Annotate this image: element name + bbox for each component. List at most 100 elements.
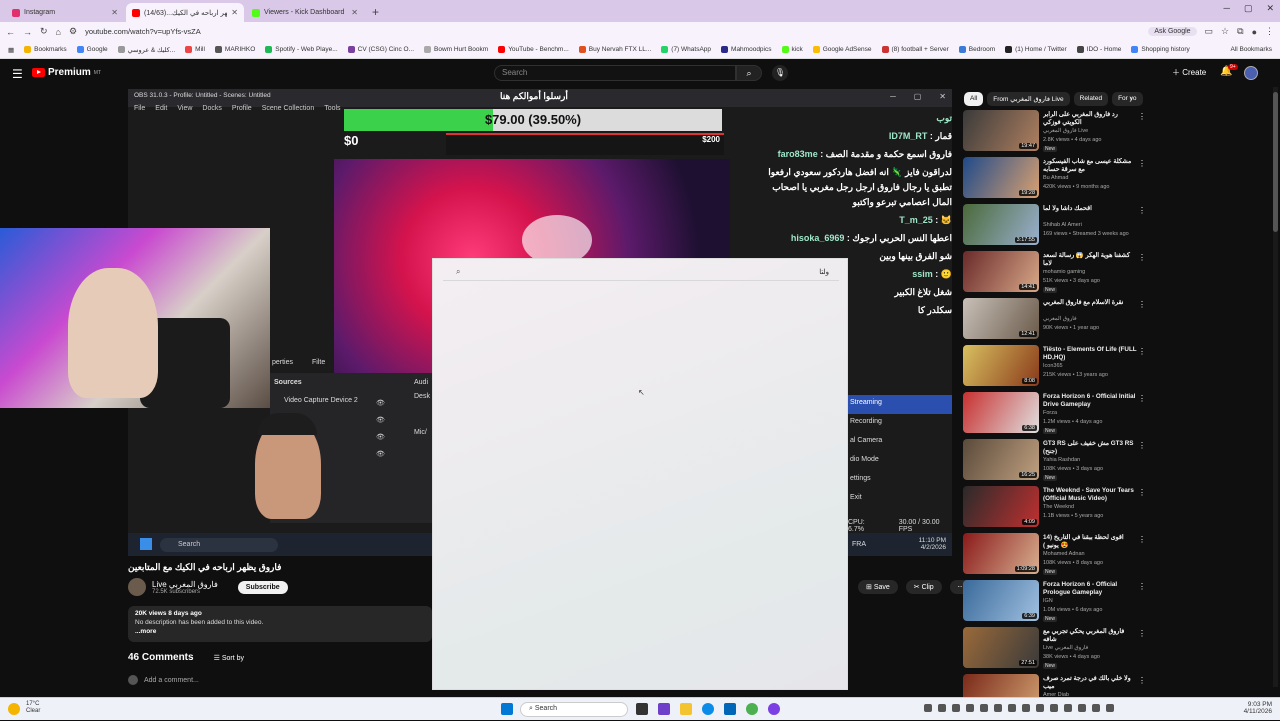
bookmark-item[interactable]: Shopping history: [1131, 45, 1190, 53]
bookmark-item[interactable]: MARIHKO: [214, 45, 255, 53]
show-more-link[interactable]: ...more: [135, 627, 425, 636]
windows-start-icon[interactable]: [501, 703, 513, 715]
channel-avatar[interactable]: [128, 578, 146, 596]
close-window-icon[interactable]: ✕: [1266, 3, 1274, 14]
forward-icon[interactable]: →: [23, 27, 32, 37]
bookmark-item[interactable]: Bedroom: [958, 45, 995, 53]
bookmark-item[interactable]: Google: [76, 45, 108, 53]
recommendation-title[interactable]: The Weeknd - Save Your Tears (Official M…: [1043, 487, 1137, 503]
bookmark-item[interactable]: Bookmarks: [24, 45, 67, 53]
tray-icon[interactable]: [1078, 704, 1086, 712]
recommendation-title[interactable]: اقحمك داشا ولا لما: [1043, 205, 1137, 213]
close-icon[interactable]: ✕: [231, 8, 238, 17]
recommendation-item[interactable]: 16:25 GT3 RS مش خفيف على GT3 RS (جنح) Ya…: [963, 439, 1263, 486]
video-thumbnail[interactable]: 4:09: [963, 486, 1039, 527]
youtube-logo[interactable]: Premium MT: [32, 67, 101, 78]
file-explorer-icon[interactable]: [680, 703, 692, 715]
video-thumbnail[interactable]: 16:25: [963, 439, 1039, 480]
more-options-icon[interactable]: ⋮: [1138, 676, 1146, 685]
edge-icon[interactable]: [702, 703, 714, 715]
more-options-icon[interactable]: ⋮: [1138, 535, 1146, 544]
recommendation-title[interactable]: Tiësto - Elements Of Life (FULL HD,HQ): [1043, 346, 1137, 362]
recommendation-title[interactable]: Forza Horizon 6 - Official Initial Drive…: [1043, 393, 1137, 409]
chip-all[interactable]: All: [964, 92, 984, 106]
all-bookmarks[interactable]: All Bookmarks: [1230, 46, 1272, 53]
recommendation-item[interactable]: 3:17:55 اقحمك داشا ولا لما Shihab Al Ame…: [963, 204, 1263, 251]
tray-icon[interactable]: [980, 704, 988, 712]
tray-icon[interactable]: [952, 704, 960, 712]
video-thumbnail[interactable]: 27:51: [963, 627, 1039, 668]
task-view-icon[interactable]: [636, 703, 648, 715]
hamburger-menu-icon[interactable]: ☰: [12, 67, 23, 81]
recommendation-item[interactable]: 1:09:28 اقوى لحظة ببقنا في التاريخ (14 ي…: [963, 533, 1263, 580]
tray-icon[interactable]: [1092, 704, 1100, 712]
tab-instagram[interactable]: Instagram ✕: [6, 3, 124, 22]
bookmark-item[interactable]: (1) Home / Twitter: [1005, 45, 1067, 53]
video-thumbnail[interactable]: 1:09:28: [963, 533, 1039, 574]
clip-button[interactable]: ✂ Clip: [905, 580, 942, 594]
more-options-icon[interactable]: ⋮: [1138, 253, 1146, 262]
subscribe-button[interactable]: Subscribe: [237, 580, 288, 594]
more-options-icon[interactable]: ⋮: [1138, 300, 1146, 309]
more-options-icon[interactable]: ⋮: [1138, 629, 1146, 638]
chevron-right-icon[interactable]: ›: [1130, 94, 1133, 103]
tab-youtube[interactable]: (فاروق يظهر ارباحه في الكيك...(14/63 ✕: [126, 3, 244, 22]
recommendation-item[interactable]: 6:39 Forza Horizon 6 - Official Prologue…: [963, 580, 1263, 627]
maximize-icon[interactable]: ▢: [1244, 3, 1253, 14]
bookmark-item[interactable]: CV (CSG) Cinc O...: [347, 45, 414, 53]
back-icon[interactable]: ←: [6, 27, 15, 37]
star-icon[interactable]: ☆: [1221, 26, 1229, 37]
save-button[interactable]: ⊞ Save: [858, 580, 898, 594]
recommendation-item[interactable]: 14:41 كشفنا هوية الهكر 😱 رسالة لسعد لاما…: [963, 251, 1263, 298]
bookmark-item[interactable]: (8) football + Server: [881, 45, 949, 53]
recommendation-title[interactable]: فاروق المغربي يحكي تجربي مع شافه: [1043, 628, 1137, 644]
recommendation-title[interactable]: اقوى لحظة ببقنا في التاريخ (14 يونيو ) 😍: [1043, 534, 1137, 550]
channel-name[interactable]: Live فاروق المغربي: [152, 580, 218, 589]
menu-icon[interactable]: ⋮: [1265, 26, 1274, 37]
video-thumbnail[interactable]: 8:08: [963, 345, 1039, 386]
more-options-icon[interactable]: ⋮: [1138, 394, 1146, 403]
bookmark-item[interactable]: kick: [781, 45, 803, 53]
taskbar-search[interactable]: ⌕ Search: [520, 702, 628, 717]
more-options-icon[interactable]: ⋮: [1138, 441, 1146, 450]
video-thumbnail[interactable]: 6:38: [963, 392, 1039, 433]
search-input[interactable]: Search: [494, 65, 736, 81]
create-button[interactable]: ＋ Create: [1172, 67, 1206, 78]
bookmark-item[interactable]: IDO - Home: [1076, 45, 1121, 53]
cast-icon[interactable]: ▭: [1205, 26, 1214, 37]
recommendation-item[interactable]: 4:09 The Weeknd - Save Your Tears (Offic…: [963, 486, 1263, 533]
mic-icon[interactable]: 🎙: [772, 65, 788, 81]
tray-icon[interactable]: [1064, 704, 1072, 712]
tray-icon[interactable]: [1050, 704, 1058, 712]
overlay-search-input[interactable]: ⌕ ولتا: [443, 267, 839, 281]
video-thumbnail[interactable]: 14:41: [963, 251, 1039, 292]
tray-icon[interactable]: [1022, 704, 1030, 712]
system-clock[interactable]: 9:03 PM 4/11/2026: [1244, 701, 1272, 715]
messenger-icon[interactable]: [768, 703, 780, 715]
apps-icon[interactable]: ▦: [8, 46, 14, 54]
video-thumbnail[interactable]: 19:28: [963, 157, 1039, 198]
bookmark-item[interactable]: Buy Nervah FTX LL...: [578, 45, 651, 53]
more-options-icon[interactable]: ⋮: [1138, 347, 1146, 356]
reload-icon[interactable]: ↻: [40, 26, 48, 37]
more-options-icon[interactable]: ⋮: [1138, 488, 1146, 497]
tray-icon[interactable]: [994, 704, 1002, 712]
recommendation-title[interactable]: ولا خلي بالك في درجة تمرد صرف ميب: [1043, 675, 1137, 691]
recommendation-item[interactable]: 19:28 مشكلة عيسى مع شاب الفيسكورد مع سرق…: [963, 157, 1263, 204]
more-options-icon[interactable]: ⋮: [1138, 159, 1146, 168]
chip-for-you[interactable]: For yo: [1112, 92, 1143, 106]
close-icon[interactable]: ✕: [111, 8, 118, 17]
description-box[interactable]: 20K views 8 days ago No description has …: [128, 606, 432, 642]
bookmark-item[interactable]: Google AdSense: [812, 45, 872, 53]
recommendation-title[interactable]: مشكلة عيسى مع شاب الفيسكورد مع سرقة حساب…: [1043, 158, 1137, 174]
weather-widget[interactable]: 17°C Clear: [26, 701, 40, 715]
home-icon[interactable]: ⌂: [56, 27, 61, 37]
tray-icon[interactable]: [1106, 704, 1114, 712]
copilot-icon[interactable]: [658, 703, 670, 715]
tray-icon[interactable]: [1036, 704, 1044, 712]
video-thumbnail[interactable]: 6:39: [963, 580, 1039, 621]
add-comment-input[interactable]: Add a comment...: [144, 677, 199, 684]
recommendation-item[interactable]: 27:51 فاروق المغربي يحكي تجربي مع شافه L…: [963, 627, 1263, 674]
recommendation-item[interactable]: 6:38 Forza Horizon 6 - Official Initial …: [963, 392, 1263, 439]
more-options-icon[interactable]: ⋮: [1138, 112, 1146, 121]
